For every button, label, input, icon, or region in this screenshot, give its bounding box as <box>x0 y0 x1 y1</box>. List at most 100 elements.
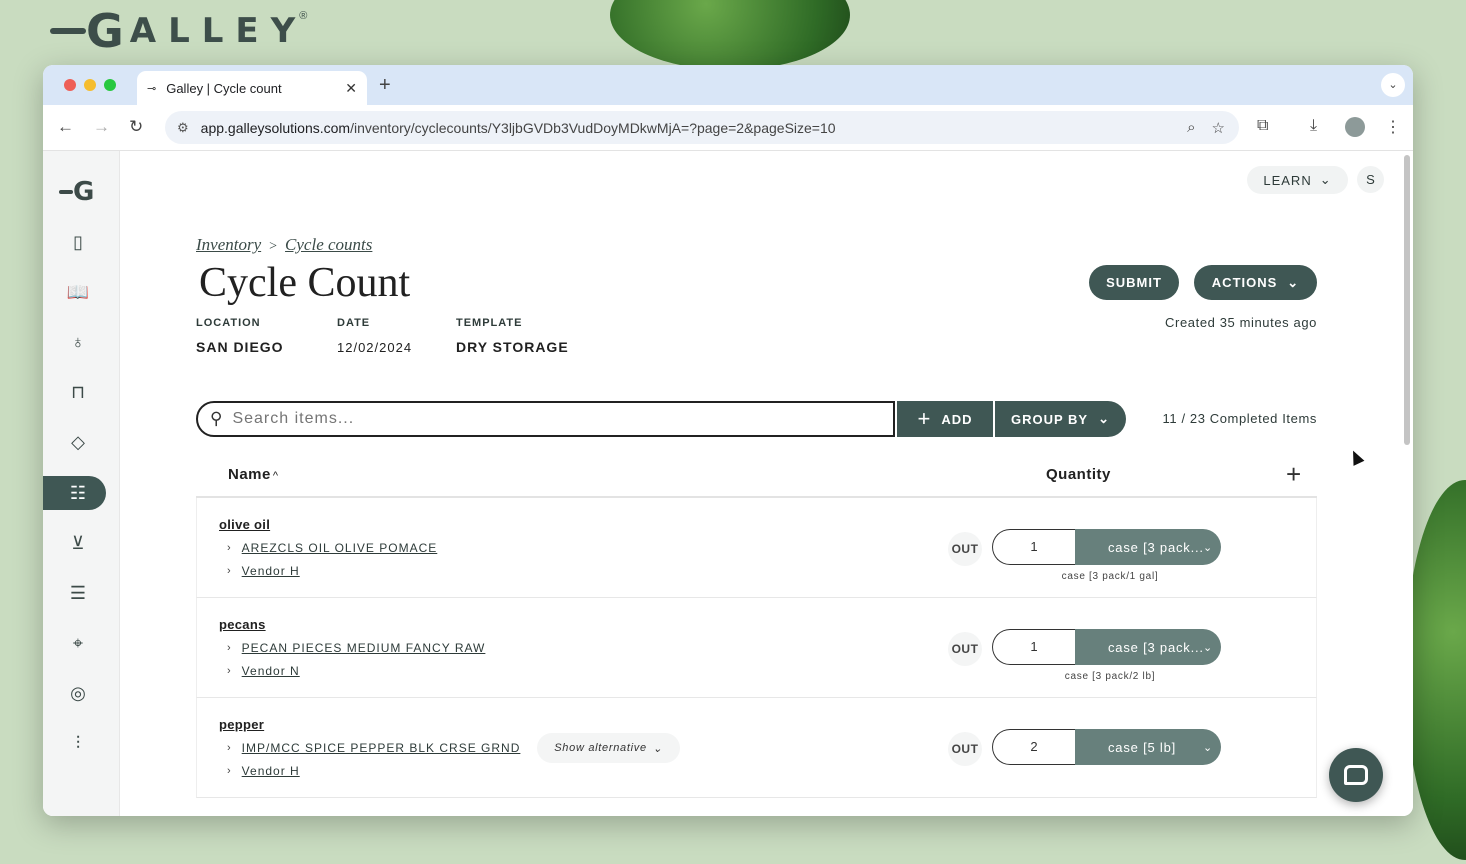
status-badge[interactable]: OUT <box>948 632 982 666</box>
tab-bar: ⊸ Galley | Cycle count ✕ + ⌄ <box>43 65 1413 105</box>
chevron-right-icon[interactable]: › <box>227 765 232 777</box>
sidebar-cart-icon[interactable]: ⊻ <box>63 528 93 558</box>
sidebar-recipe-book-icon[interactable]: 📖 <box>63 277 93 307</box>
close-tab-icon[interactable]: ✕ <box>345 80 357 97</box>
sidebar-dining-icon[interactable]: ◎ <box>63 678 93 708</box>
maximize-window-button[interactable] <box>104 79 116 91</box>
breadcrumb-inventory-link[interactable]: Inventory <box>196 235 261 254</box>
sidebar-settings-sliders-icon[interactable]: ⫶ <box>63 728 93 758</box>
completed-items-count: 11 / 23 Completed Items <box>1162 411 1317 426</box>
zoom-icon[interactable]: ⌕ <box>1187 119 1195 137</box>
search-input-container[interactable]: ⚲ <box>196 401 895 437</box>
page-scrollbar[interactable] <box>1404 155 1410 445</box>
extensions-icon[interactable]: ⧉ <box>1257 117 1268 135</box>
address-bar[interactable]: ⚙ app.galleysolutions.com/inventory/cycl… <box>165 111 1239 144</box>
user-avatar[interactable]: S <box>1357 166 1384 193</box>
forward-icon[interactable]: → <box>93 117 110 137</box>
item-name-link[interactable]: olive oil <box>219 517 270 532</box>
item-name-link[interactable]: pepper <box>219 717 264 732</box>
vendor-link[interactable]: Vendor H <box>242 764 300 778</box>
quantity-input[interactable]: 1 <box>992 529 1075 565</box>
kale-decoration-right <box>1405 480 1466 860</box>
table-row: pepper › IMP/MCC SPICE PEPPER BLK CRSE G… <box>196 698 1317 798</box>
vendor-link[interactable]: Vendor N <box>242 664 300 678</box>
product-link[interactable]: AREZCLS OIL OLIVE POMACE <box>242 541 438 555</box>
browser-tab[interactable]: ⊸ Galley | Cycle count ✕ <box>137 71 367 105</box>
add-column-icon[interactable]: + <box>1286 459 1301 490</box>
quantity-input[interactable]: 1 <box>992 629 1075 665</box>
minimize-window-button[interactable] <box>84 79 96 91</box>
sidebar: G ▯ 📖 ♁ ⊓ ◇ ☷ ⊻ ☰ ⌖ ◎ ⫶ <box>43 151 120 816</box>
product-line: › IMP/MCC SPICE PEPPER BLK CRSE GRND <box>227 741 520 755</box>
chevron-right-icon[interactable]: › <box>227 742 232 754</box>
vendor-line: › Vendor H <box>227 564 300 578</box>
name-column-label: Name <box>228 466 271 483</box>
created-timestamp: Created 35 minutes ago <box>1165 315 1317 330</box>
unit-selected-value: case [3 pack... <box>1108 639 1204 655</box>
group-by-button[interactable]: GROUP BY ⌄ <box>995 401 1126 437</box>
back-icon[interactable]: ← <box>57 117 74 137</box>
chevron-right-icon[interactable]: › <box>227 642 232 654</box>
chat-bubble-icon <box>1344 765 1368 785</box>
sidebar-clipboard-icon[interactable]: ▯ <box>63 227 93 257</box>
search-icon: ⚲ <box>210 409 223 428</box>
submit-label: SUBMIT <box>1106 275 1162 290</box>
unit-select[interactable]: case [3 pack... ⌄ <box>1075 629 1221 665</box>
download-icon[interactable]: ⤓ <box>1310 117 1317 135</box>
chevron-right-icon[interactable]: › <box>227 665 232 677</box>
site-settings-icon[interactable]: ⚙ <box>177 120 189 136</box>
sidebar-tag-icon[interactable]: ◇ <box>63 427 93 457</box>
browser-window: ⊸ Galley | Cycle count ✕ + ⌄ ← → ↻ ⚙ app… <box>43 65 1413 816</box>
learn-menu-button[interactable]: LEARN ⌄ <box>1247 166 1348 194</box>
search-input[interactable] <box>232 410 833 428</box>
location-value: SAN DIEGO <box>196 339 284 355</box>
add-item-button[interactable]: + ADD <box>897 401 993 437</box>
breadcrumb-cycle-counts-link[interactable]: Cycle counts <box>285 235 372 254</box>
unit-select[interactable]: case [5 lb] ⌄ <box>1075 729 1221 765</box>
product-line: › PECAN PIECES MEDIUM FANCY RAW <box>227 641 485 655</box>
submit-button[interactable]: SUBMIT <box>1089 265 1179 300</box>
product-link[interactable]: PECAN PIECES MEDIUM FANCY RAW <box>242 641 486 655</box>
item-name-link[interactable]: pecans <box>219 617 266 632</box>
bookmark-star-icon[interactable]: ☆ <box>1212 119 1225 137</box>
sidebar-containers-icon[interactable]: ⊓ <box>63 377 93 407</box>
reload-icon[interactable]: ↻ <box>129 117 143 137</box>
sidebar-inventory-icon[interactable]: ☷ <box>63 478 93 508</box>
chevron-right-icon[interactable]: › <box>227 565 232 577</box>
url-host: app.galleysolutions.com <box>200 119 351 136</box>
tab-search-button[interactable]: ⌄ <box>1381 73 1405 97</box>
chevron-right-icon[interactable]: › <box>227 542 232 554</box>
product-link[interactable]: IMP/MCC SPICE PEPPER BLK CRSE GRND <box>242 741 521 755</box>
chat-support-button[interactable] <box>1329 748 1383 802</box>
vendor-line: › Vendor H <box>227 764 300 778</box>
vendor-link[interactable]: Vendor H <box>242 564 300 578</box>
unit-select[interactable]: case [3 pack... ⌄ <box>1075 529 1221 565</box>
status-badge[interactable]: OUT <box>948 732 982 766</box>
app-content: G ▯ 📖 ♁ ⊓ ◇ ☷ ⊻ ☰ ⌖ ◎ ⫶ LEARN ⌄ S Invent… <box>43 151 1413 816</box>
sidebar-location-icon[interactable]: ⌖ <box>63 628 93 658</box>
date-label: DATE <box>337 317 371 329</box>
unit-selected-value: case [3 pack... <box>1108 539 1204 555</box>
profile-avatar[interactable] <box>1345 117 1365 137</box>
close-window-button[interactable] <box>64 79 76 91</box>
new-tab-button[interactable]: + <box>379 74 391 97</box>
group-by-label: GROUP BY <box>1010 411 1089 427</box>
product-line: › AREZCLS OIL OLIVE POMACE <box>227 541 437 555</box>
chevron-down-icon: ⌄ <box>652 742 663 755</box>
kale-decoration-top <box>610 0 850 70</box>
browser-menu-icon[interactable]: ⋮ <box>1385 117 1401 137</box>
unit-note: case [3 pack/1 gal] <box>1061 571 1159 582</box>
actions-menu-button[interactable]: ACTIONS ⌄ <box>1194 265 1317 300</box>
plus-icon: + <box>917 406 932 431</box>
status-badge[interactable]: OUT <box>948 532 982 566</box>
page-title: Cycle Count <box>199 260 411 306</box>
table-row: pecans › PECAN PIECES MEDIUM FANCY RAW ›… <box>196 598 1317 698</box>
galley-sidebar-logo-icon[interactable]: G <box>59 177 94 207</box>
sidebar-ingredient-icon[interactable]: ♁ <box>63 327 93 357</box>
show-alternative-button[interactable]: Show alternative ⌄ <box>537 733 680 763</box>
quantity-column-header: Quantity <box>1046 466 1111 483</box>
sidebar-document-icon[interactable]: ☰ <box>63 578 93 608</box>
name-column-header[interactable]: Name ^ <box>228 466 279 483</box>
quantity-input[interactable]: 2 <box>992 729 1075 765</box>
sort-ascending-icon: ^ <box>272 470 279 482</box>
